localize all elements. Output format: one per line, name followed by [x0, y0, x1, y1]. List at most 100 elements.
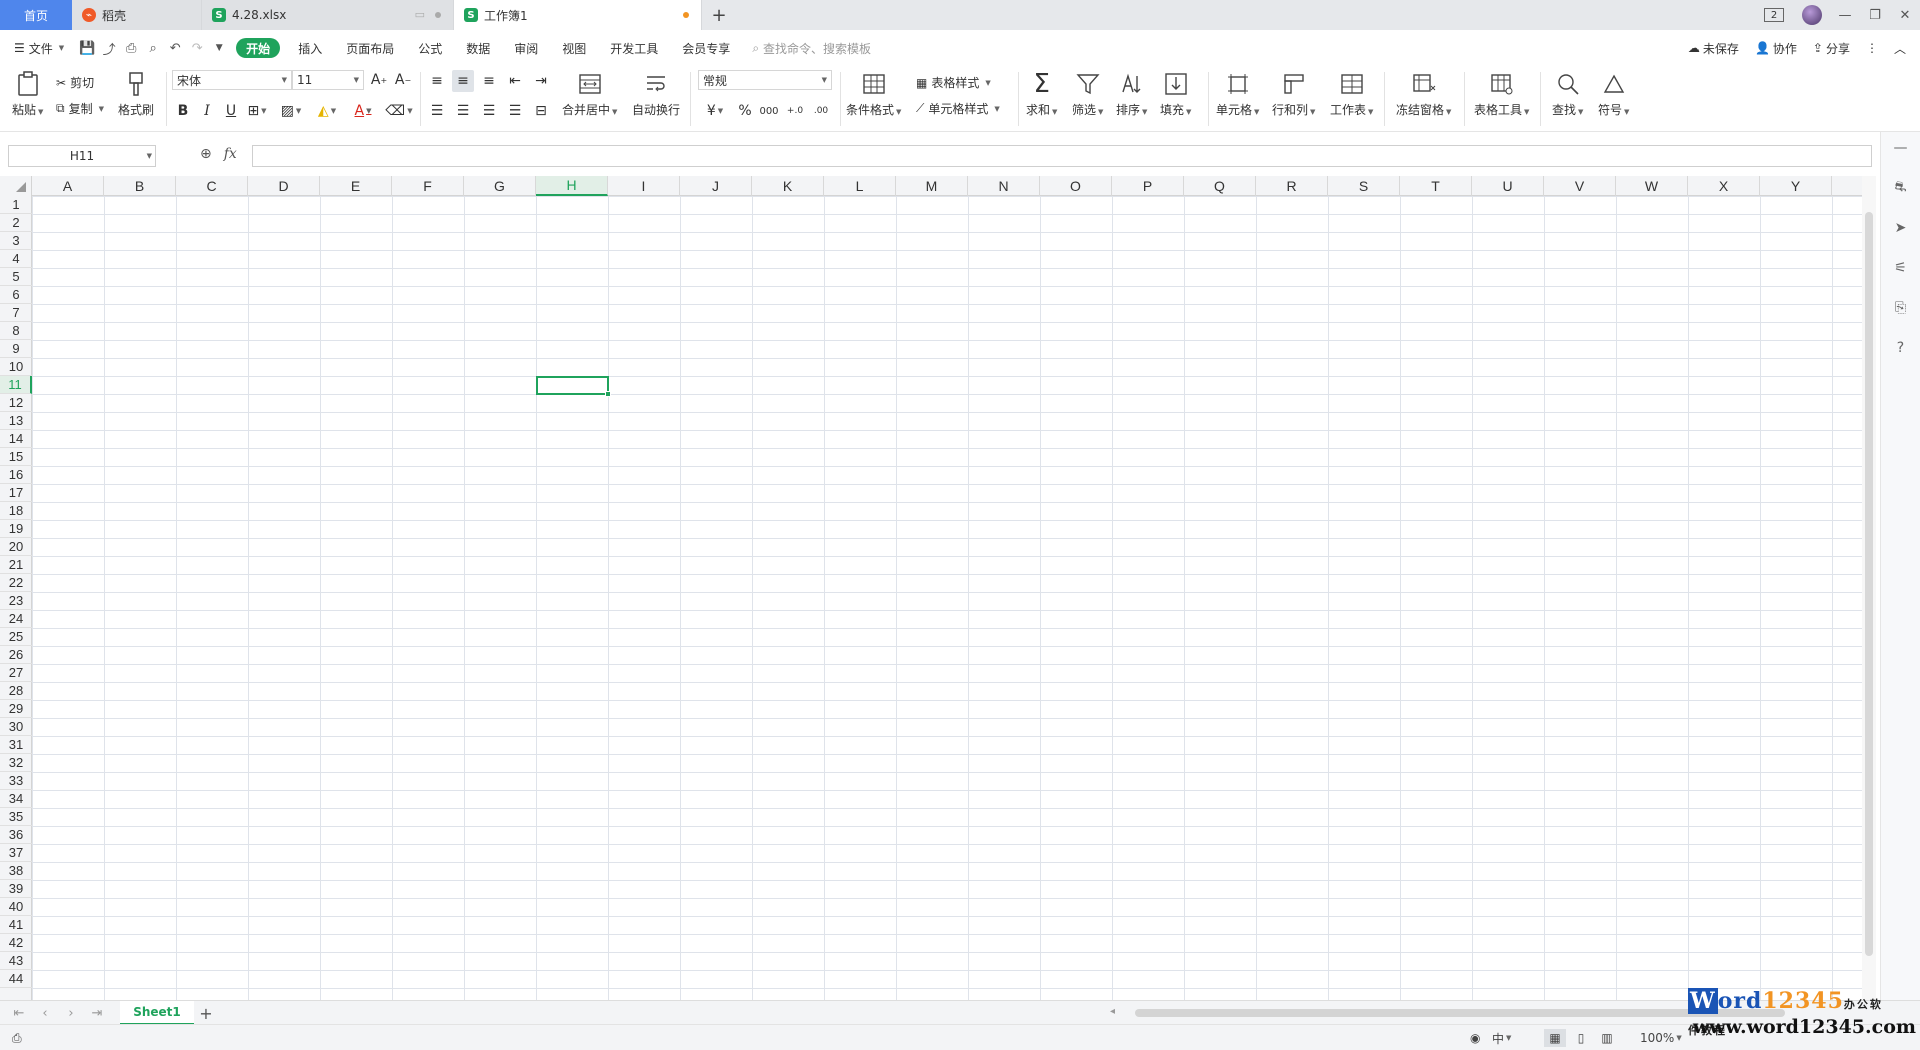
thousands-separator-icon[interactable]: 000: [758, 100, 780, 122]
sum-button[interactable]: Σ 求和 ▼: [1026, 69, 1057, 118]
row-header-2[interactable]: 2: [0, 214, 32, 232]
page-break-view-icon[interactable]: ▥: [1596, 1029, 1618, 1047]
first-sheet-icon[interactable]: ⇤: [8, 1003, 30, 1023]
percent-icon[interactable]: %: [734, 100, 756, 122]
save-icon[interactable]: 💾: [76, 37, 98, 59]
tab-close-dot[interactable]: [435, 12, 441, 18]
row-header-29[interactable]: 29: [0, 700, 32, 718]
italic-icon[interactable]: I: [196, 100, 218, 122]
decrease-indent-icon[interactable]: ⇤: [504, 70, 526, 92]
unsaved-button[interactable]: ☁ 未保存: [1688, 40, 1739, 57]
row-header-4[interactable]: 4: [0, 250, 32, 268]
tab-daoke[interactable]: ⌁ 稻壳: [72, 0, 202, 30]
column-header-v[interactable]: V: [1544, 176, 1616, 196]
new-tab-button[interactable]: +: [702, 0, 736, 30]
collaborate-button[interactable]: 👤 协作: [1755, 40, 1797, 57]
column-header-h[interactable]: H: [536, 176, 608, 196]
column-header-f[interactable]: F: [392, 176, 464, 196]
currency-icon[interactable]: ¥ ▼: [700, 100, 730, 122]
row-header-26[interactable]: 26: [0, 646, 32, 664]
cell-style-button[interactable]: ⟋ 单元格样式 ▼: [916, 100, 1000, 117]
wrap-text-button[interactable]: 自动换行: [632, 70, 680, 118]
align-left-icon[interactable]: ☰: [426, 100, 448, 122]
increase-indent-icon[interactable]: ⇥: [530, 70, 552, 92]
fill-color-icon[interactable]: ◭ ▼: [316, 100, 338, 122]
row-header-16[interactable]: 16: [0, 466, 32, 484]
column-header-k[interactable]: K: [752, 176, 824, 196]
window-count-icon[interactable]: 2: [1764, 8, 1784, 22]
align-top-icon[interactable]: ≡: [426, 70, 448, 92]
customize-quick-access-icon[interactable]: ▼: [208, 37, 230, 59]
row-header-6[interactable]: 6: [0, 286, 32, 304]
underline-icon[interactable]: U: [220, 100, 242, 122]
column-header-j[interactable]: J: [680, 176, 752, 196]
decrease-font-icon[interactable]: A −: [392, 69, 414, 91]
row-header-17[interactable]: 17: [0, 484, 32, 502]
column-header-l[interactable]: L: [824, 176, 896, 196]
row-header-1[interactable]: 1: [0, 196, 32, 214]
increase-decimal-icon[interactable]: +.0: [784, 100, 806, 122]
select-all-corner[interactable]: [0, 176, 32, 196]
tab-home[interactable]: 首页: [0, 0, 72, 30]
row-header-11[interactable]: 11: [0, 376, 32, 394]
column-header-m[interactable]: M: [896, 176, 968, 196]
sort-button[interactable]: 排序 ▼: [1116, 70, 1147, 118]
vertical-scrollbar[interactable]: [1862, 176, 1876, 1000]
increase-font-icon[interactable]: A +: [368, 69, 390, 91]
row-header-9[interactable]: 9: [0, 340, 32, 358]
column-header-s[interactable]: S: [1328, 176, 1400, 196]
row-header-24[interactable]: 24: [0, 610, 32, 628]
row-header-27[interactable]: 27: [0, 664, 32, 682]
tab-file-4-28[interactable]: S 4.28.xlsx ▭: [202, 0, 454, 30]
column-header-b[interactable]: B: [104, 176, 176, 196]
bold-icon[interactable]: B: [172, 100, 194, 122]
row-header-40[interactable]: 40: [0, 898, 32, 916]
cut-button[interactable]: ✂ 剪切: [56, 74, 94, 91]
row-header-34[interactable]: 34: [0, 790, 32, 808]
zoom-formula-icon[interactable]: ⊕: [200, 146, 212, 162]
row-header-3[interactable]: 3: [0, 232, 32, 250]
row-header-43[interactable]: 43: [0, 952, 32, 970]
column-header-c[interactable]: C: [176, 176, 248, 196]
column-header-q[interactable]: Q: [1184, 176, 1256, 196]
row-header-42[interactable]: 42: [0, 934, 32, 952]
add-sheet-button[interactable]: +: [196, 1003, 216, 1023]
distributed-align-icon[interactable]: ⊟: [530, 100, 552, 122]
column-header-d[interactable]: D: [248, 176, 320, 196]
collapse-panel-icon[interactable]: —: [1891, 138, 1911, 158]
cells-button[interactable]: 单元格 ▼: [1216, 70, 1259, 118]
collapse-ribbon-icon[interactable]: ︿: [1894, 40, 1906, 57]
row-header-19[interactable]: 19: [0, 520, 32, 538]
normal-view-icon[interactable]: ▦: [1544, 1029, 1566, 1047]
menu-tab-formula[interactable]: 公式: [406, 30, 454, 66]
merge-center-button[interactable]: 合并居中 ▼: [562, 70, 617, 118]
filter-button[interactable]: 筛选 ▼: [1072, 70, 1103, 118]
row-header-32[interactable]: 32: [0, 754, 32, 772]
print-icon[interactable]: ⎙: [120, 37, 142, 59]
row-header-25[interactable]: 25: [0, 628, 32, 646]
align-middle-icon[interactable]: ≡: [452, 70, 474, 92]
align-center-icon[interactable]: ☰: [452, 100, 474, 122]
minimize-button[interactable]: —: [1830, 0, 1860, 30]
row-header-38[interactable]: 38: [0, 862, 32, 880]
menu-tab-review[interactable]: 审阅: [502, 30, 550, 66]
macro-record-icon[interactable]: ⎙: [12, 1029, 22, 1047]
border-icon[interactable]: ⊞ ▼: [246, 100, 268, 122]
rows-cols-button[interactable]: 行和列 ▼: [1272, 70, 1315, 118]
name-box[interactable]: H11 ▼: [8, 145, 156, 167]
row-header-33[interactable]: 33: [0, 772, 32, 790]
row-header-13[interactable]: 13: [0, 412, 32, 430]
row-header-41[interactable]: 41: [0, 916, 32, 934]
menu-tab-start[interactable]: 开始: [236, 38, 281, 58]
clear-format-icon[interactable]: ⌫ ▼: [385, 100, 412, 122]
prev-sheet-icon[interactable]: ‹: [34, 1003, 56, 1023]
menu-tab-page-layout[interactable]: 页面布局: [334, 30, 406, 66]
file-menu[interactable]: ☰ 文件 ▼: [0, 30, 76, 66]
font-color-icon[interactable]: A ▼: [352, 100, 374, 122]
close-button[interactable]: ✕: [1890, 0, 1920, 30]
column-header-x[interactable]: X: [1688, 176, 1760, 196]
menu-tab-member[interactable]: 会员专享: [670, 30, 742, 66]
symbol-button[interactable]: 符号 ▼: [1598, 70, 1629, 118]
table-tools-button[interactable]: 表格工具 ▼: [1474, 70, 1529, 118]
style-panel-icon[interactable]: ⛐: [1891, 178, 1911, 198]
